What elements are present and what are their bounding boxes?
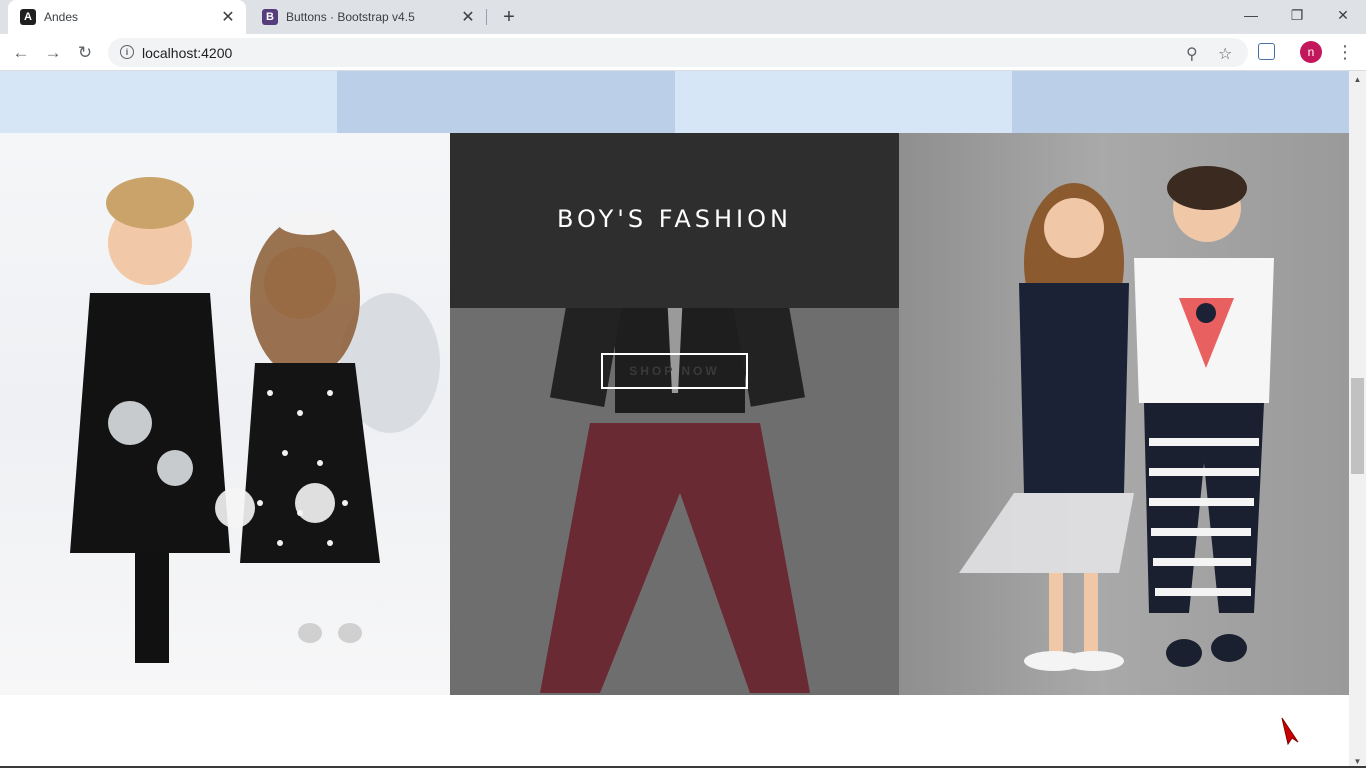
zoom-icon[interactable]: ⚲ bbox=[1186, 44, 1198, 64]
kids-fashion-photo bbox=[899, 133, 1349, 695]
back-button[interactable]: ← bbox=[8, 40, 34, 66]
boys-fashion-banner: BOY'S FASHION SHOP NOW bbox=[450, 133, 899, 695]
category-strip-2 bbox=[337, 71, 675, 133]
girls-fashion-photo bbox=[0, 133, 450, 695]
page-viewport: BOY'S FASHION SHOP NOW bbox=[0, 71, 1349, 768]
bookmark-star-icon[interactable]: ☆ bbox=[1218, 44, 1232, 64]
kids-photo-illustration bbox=[959, 166, 1274, 671]
close-icon[interactable]: ✕ bbox=[218, 7, 238, 27]
scroll-down-arrow-icon[interactable]: ▼ bbox=[1349, 757, 1366, 766]
browser-toolbar: ← → ↻ i localhost:4200 ⚲ ☆ bbox=[0, 34, 1366, 71]
mouse-cursor-icon bbox=[1281, 717, 1299, 746]
tab-andes[interactable]: A Andes ✕ bbox=[8, 0, 246, 34]
category-strip-1 bbox=[0, 71, 337, 133]
restore-button[interactable]: ❐ bbox=[1274, 0, 1320, 30]
extension-icon[interactable] bbox=[1258, 43, 1275, 60]
minimize-button[interactable]: — bbox=[1228, 0, 1274, 30]
page-scrollbar[interactable]: ▲ ▼ bbox=[1349, 71, 1366, 768]
menu-kebab-icon[interactable]: ⋮ bbox=[1336, 41, 1354, 63]
tab-bootstrap-buttons[interactable]: B Buttons · Bootstrap v4.5 ✕ bbox=[250, 0, 486, 34]
new-tab-button[interactable]: + bbox=[498, 6, 520, 28]
angular-icon: A bbox=[20, 9, 36, 25]
tab-title: Buttons · Bootstrap v4.5 bbox=[286, 10, 415, 24]
page-footer-area bbox=[0, 695, 1349, 768]
bootstrap-icon: B bbox=[262, 9, 278, 25]
close-window-button[interactable]: ✕ bbox=[1320, 0, 1366, 30]
address-bar[interactable]: i localhost:4200 ⚲ ☆ bbox=[108, 38, 1248, 67]
girls-photo-illustration bbox=[70, 177, 440, 663]
category-strip-4 bbox=[1012, 71, 1349, 133]
scrollbar-thumb[interactable] bbox=[1351, 378, 1364, 474]
shop-now-button[interactable]: SHOP NOW bbox=[601, 353, 748, 389]
tab-divider bbox=[486, 9, 487, 25]
profile-avatar[interactable]: n bbox=[1300, 41, 1322, 63]
forward-button[interactable]: → bbox=[40, 40, 66, 66]
close-icon[interactable]: ✕ bbox=[458, 7, 478, 27]
tab-strip: A Andes ✕ B Buttons · Bootstrap v4.5 ✕ +… bbox=[0, 0, 1366, 34]
url-text: localhost:4200 bbox=[142, 45, 233, 61]
site-info-icon[interactable]: i bbox=[120, 45, 134, 59]
category-strip-3 bbox=[675, 71, 1012, 133]
banner-title: BOY'S FASHION bbox=[557, 205, 792, 233]
reload-button[interactable]: ↻ bbox=[72, 40, 98, 66]
scroll-up-arrow-icon[interactable]: ▲ bbox=[1349, 75, 1366, 84]
tab-title: Andes bbox=[44, 10, 79, 24]
